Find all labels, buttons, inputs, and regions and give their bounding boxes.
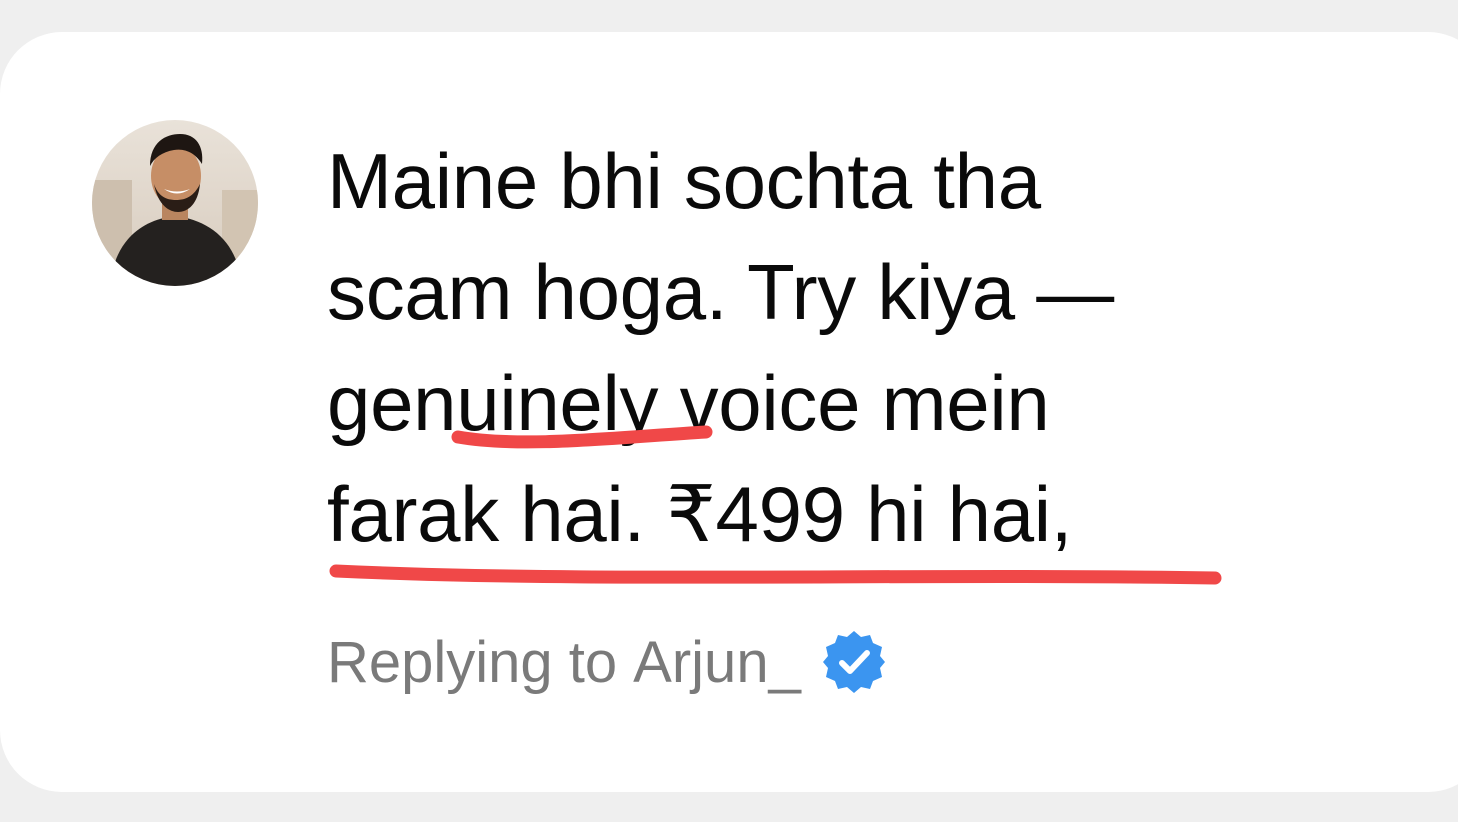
comment-line: genuinely voice mein bbox=[327, 359, 1050, 447]
replying-to-label: Replying to bbox=[327, 629, 618, 695]
comment-line: Maine bhi sochta tha bbox=[327, 137, 1041, 225]
comment-line: scam hoga. Try kiya — bbox=[327, 248, 1114, 336]
verified-badge-icon bbox=[822, 631, 885, 693]
comment-text: Maine bhi sochta tha scam hoga. Try kiya… bbox=[327, 126, 1327, 570]
replying-to-row[interactable]: Replying to Arjun_ bbox=[327, 622, 887, 702]
avatar[interactable] bbox=[92, 120, 258, 286]
comment-line: farak hai. ₹499 hi hai, bbox=[327, 470, 1073, 558]
reply-username[interactable]: Arjun_ bbox=[633, 629, 801, 696]
